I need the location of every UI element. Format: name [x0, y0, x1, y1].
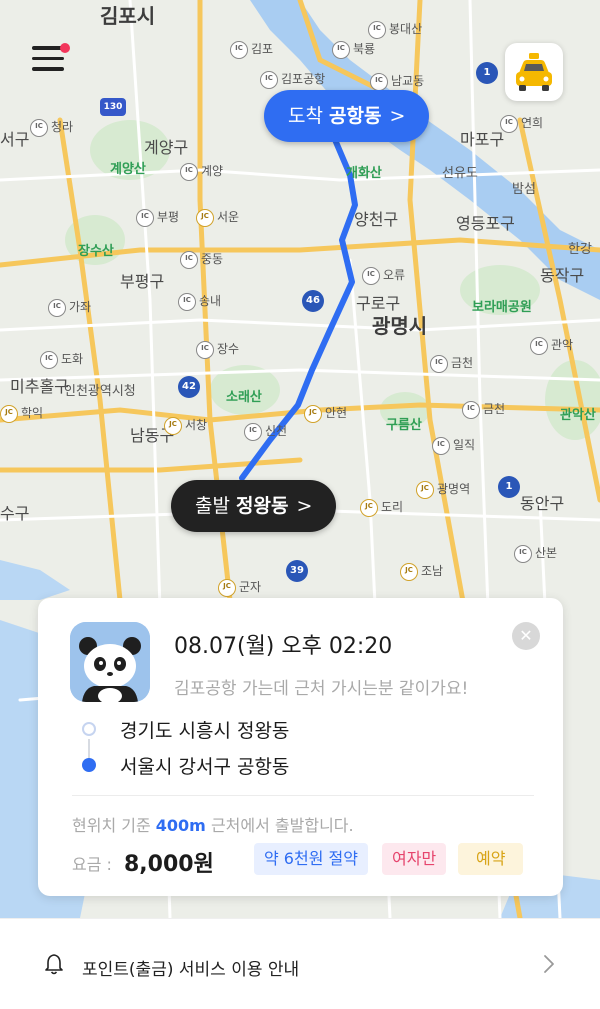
- interchange-label: 신천: [244, 422, 287, 441]
- destination-address: 서울시 강서구 공항동: [120, 756, 290, 778]
- chevron-right-icon: >: [389, 105, 406, 127]
- junction-label: 서창: [164, 416, 207, 435]
- arrival-pin[interactable]: 도착 공항동 >: [264, 90, 430, 142]
- interchange-label: 계양: [180, 162, 223, 181]
- arrival-prefix: 도착: [288, 105, 323, 127]
- origin-dot: [82, 722, 96, 736]
- map-label-incheon: 인천광역시청: [64, 384, 136, 399]
- map-label-gyeyang: 계양구: [144, 138, 189, 157]
- interchange-label: 봉대산: [368, 20, 422, 39]
- map-label-mapo: 마포구: [460, 130, 505, 149]
- junction-label: 서운: [196, 208, 239, 227]
- interchange-label: 송내: [178, 292, 221, 311]
- reservation-badge: 예약: [458, 843, 524, 875]
- map-label-seo-gu: 서구: [0, 130, 30, 149]
- interchange-label: 관악: [530, 336, 573, 355]
- ride-card[interactable]: ✕ 08.07(월) 오후 02:20 김포공항 가는데 근처 가시는분 같이가…: [38, 598, 563, 896]
- arrival-place: 공항동: [329, 105, 382, 127]
- map-label-bupyeong: 부평구: [120, 272, 165, 291]
- interchange-label: 일직: [432, 436, 475, 455]
- junction-label: 군자: [218, 578, 261, 597]
- note-suffix: 근처에서 출발합니다.: [210, 816, 354, 835]
- women-only-badge: 여자만: [382, 843, 447, 875]
- fare-value: 8,000원: [124, 852, 214, 877]
- ride-datetime: 08.07(월) 오후 02:20: [174, 634, 393, 659]
- highway-shield: 1: [476, 62, 498, 84]
- departure-prefix: 출발: [195, 495, 230, 517]
- map-label-dongjak: 동작구: [540, 266, 585, 285]
- map-label-hangang: 한강: [568, 242, 592, 257]
- ride-description: 김포공항 가는데 근처 가시는분 같이가요!: [174, 679, 469, 699]
- points-notice-text: 포인트(출금) 서비스 이용 안내: [82, 960, 300, 980]
- interchange-label: 김포공항: [260, 70, 325, 89]
- interchange-label: 중동: [180, 250, 223, 269]
- divider: [72, 795, 534, 796]
- interchange-label: 부평: [136, 208, 179, 227]
- map-label-guro: 구로구: [356, 294, 401, 313]
- park-boramae: 보라매공원: [472, 300, 532, 315]
- map-label-seonyudo: 선유도: [442, 166, 478, 181]
- map-label-gimpo: 김포시: [100, 4, 156, 28]
- interchange-label: 연희: [500, 114, 543, 133]
- map-label-michuhol: 미추홀구: [10, 377, 69, 396]
- menu-button[interactable]: [32, 43, 70, 82]
- note-distance: 400m: [155, 816, 206, 835]
- interchange-label: 김포: [230, 40, 273, 59]
- highway-shield: 130: [100, 98, 126, 116]
- park-soraesan: 소래산: [226, 390, 262, 405]
- interchange-label: 가좌: [48, 298, 91, 317]
- junction-label: 도리: [360, 498, 403, 517]
- chevron-right-icon: >: [296, 495, 313, 517]
- panda-icon: [70, 622, 150, 702]
- departure-note: 현위치 기준 400m 근처에서 출발합니다.: [72, 812, 354, 836]
- park-gyeyangsan: 계양산: [110, 162, 146, 177]
- junction-label: 광명역: [416, 480, 470, 499]
- chevron-right-icon: [544, 955, 554, 973]
- departure-place: 정왕동: [236, 495, 289, 517]
- highway-shield: 46: [302, 290, 324, 312]
- bell-icon: [45, 954, 63, 975]
- interchange-label: 남교동: [370, 72, 424, 91]
- highway-shield: 42: [178, 376, 200, 398]
- departure-pin[interactable]: 출발 정왕동 >: [171, 480, 337, 532]
- interchange-label: 북룡: [332, 40, 375, 59]
- map-label-yeongdeungpo: 영등포구: [456, 214, 515, 233]
- highway-shield: 1: [498, 476, 520, 498]
- map-label-gwangmyeong: 광명시: [372, 314, 428, 338]
- interchange-label: 장수: [196, 340, 239, 359]
- junction-label: 안현: [304, 404, 347, 423]
- map-label-yangcheon: 양천구: [354, 210, 399, 229]
- map-label-su-gu: 수구: [0, 504, 30, 523]
- interchange-label: 오류: [362, 266, 405, 285]
- destination-dot: [82, 758, 96, 772]
- interchange-label: 금천: [462, 400, 505, 419]
- fare-label: 요금 :: [72, 855, 112, 874]
- junction-label: 학익: [0, 404, 43, 423]
- interchange-label: 청라: [30, 118, 73, 137]
- junction-label: 조남: [400, 562, 443, 581]
- close-button[interactable]: ✕: [512, 622, 540, 650]
- park-gureumsan: 구름산: [386, 418, 422, 433]
- park-gaehwasan: 개화산: [346, 166, 382, 181]
- interchange-label: 금천: [430, 354, 473, 373]
- avatar: [70, 622, 150, 702]
- map-label-dongan: 동안구: [520, 494, 565, 513]
- map-label-bamseom: 밤섬: [512, 182, 536, 197]
- park-jangsusan: 장수산: [78, 244, 114, 259]
- origin-address: 경기도 시흥시 정왕동: [120, 720, 290, 742]
- points-notice-bar[interactable]: 포인트(출금) 서비스 이용 안내: [0, 918, 600, 1009]
- taxi-icon: [516, 53, 552, 91]
- savings-badge: 약 6천원 절약: [254, 843, 368, 875]
- taxi-button[interactable]: [505, 43, 563, 101]
- interchange-label: 산본: [514, 544, 557, 563]
- interchange-label: 도화: [40, 350, 83, 369]
- park-gwanaksan: 관악산: [560, 408, 596, 423]
- highway-shield: 39: [286, 560, 308, 582]
- notification-dot: [60, 43, 70, 53]
- close-icon: ✕: [519, 626, 533, 645]
- note-prefix: 현위치 기준: [72, 816, 151, 835]
